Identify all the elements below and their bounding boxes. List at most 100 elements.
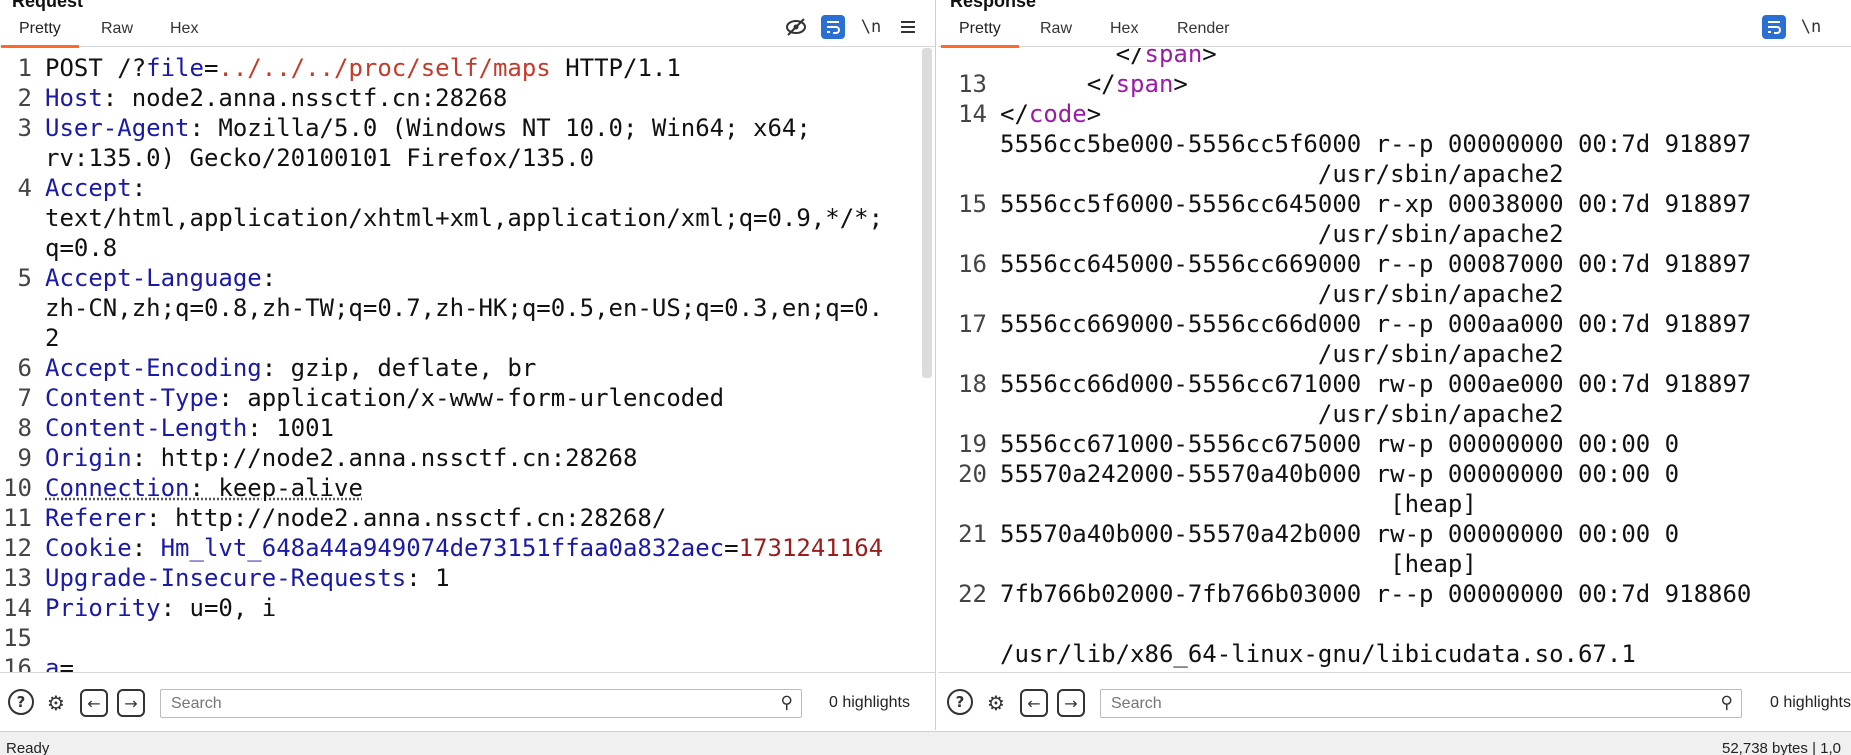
code-token: : [131, 174, 147, 202]
line-content: /usr/sbin/apache2 [1000, 219, 1564, 249]
menu-icon[interactable] [896, 15, 920, 39]
code-token: /usr/sbin/apache2 [1000, 280, 1564, 308]
forward-arrow-icon[interactable]: → [117, 689, 145, 717]
line-number: 11 [3, 504, 32, 532]
line-number: 16 [958, 250, 987, 278]
line-content: Origin: http://node2.anna.nssctf.cn:2826… [45, 443, 637, 473]
code-token: /usr/lib/x86_64-linux-gnu/libicudata.so.… [1000, 640, 1636, 668]
line-content: </span> [1000, 48, 1217, 69]
code-token: </ [1000, 70, 1116, 98]
line-number: 18 [958, 370, 987, 398]
code-token: rv:135.0) Gecko/20100101 Firefox/135.0 [45, 144, 595, 172]
code-token: Referer [45, 504, 147, 532]
code-token: 7fb766b02000-7fb766b03000 r--p 00000000 … [1000, 580, 1752, 608]
code-token: Origin [45, 444, 132, 472]
response-highlights-count: 0 highlights [1770, 694, 1851, 711]
line-content: /usr/sbin/apache2 [1000, 279, 1564, 309]
code-token: : application/x-www-form-urlencoded [218, 384, 725, 412]
response-editor[interactable]: </span> 13 </span> 14 </code> 5556cc5be000-5… [938, 48, 1851, 672]
code-token: Content-Type [45, 384, 219, 412]
code-token: [heap] [1000, 490, 1477, 518]
response-search-field[interactable] [1101, 690, 1741, 717]
line-content: Accept-Language: [45, 263, 276, 293]
help-icon[interactable]: ? [947, 689, 973, 715]
request-search-input[interactable]: ⚲ [160, 689, 802, 718]
gear-icon[interactable]: ⚙ [982, 689, 1010, 717]
code-token: 5556cc5be000-5556cc5f6000 r--p 00000000 … [1000, 130, 1752, 158]
code-token: HTTP/1.1 [550, 54, 681, 82]
code-token: 55570a40b000-55570a42b000 rw-p 00000000 … [1000, 520, 1680, 548]
tab-render[interactable]: Render [1177, 20, 1229, 38]
eye-slash-icon[interactable] [784, 15, 808, 39]
code-token: span [1115, 70, 1174, 98]
line-content: </code> [1000, 99, 1101, 129]
code-token: 5556cc66d000-5556cc671000 rw-p 000ae000 … [1000, 370, 1752, 398]
code-token: /usr/sbin/apache2 [1000, 160, 1564, 188]
line-content: Referer: http://node2.anna.nssctf.cn:282… [45, 503, 666, 533]
status-text: Ready [6, 740, 50, 755]
line-number: 13 [958, 70, 987, 98]
request-tabbar: Pretty Raw Hex \n [0, 0, 935, 48]
tab-raw[interactable]: Raw [1040, 20, 1072, 38]
tab-hex[interactable]: Hex [170, 20, 198, 38]
code-token: Host [45, 84, 103, 112]
line-number: 8 [17, 414, 32, 442]
code-token: = [59, 654, 74, 672]
tab-pretty[interactable]: Pretty [1, 20, 79, 48]
newline-icon[interactable]: \n [859, 15, 883, 39]
line-number: 4 [17, 174, 32, 202]
line-content: 55570a242000-55570a40b000 rw-p 00000000 … [1000, 459, 1679, 489]
code-token: POST /? [45, 54, 147, 82]
response-search-input[interactable]: ⚲ [1100, 689, 1742, 718]
code-token: : gzip, deflate, br [261, 354, 537, 382]
line-content: Priority: u=0, i [45, 593, 276, 623]
line-content: Accept: [45, 173, 146, 203]
wrap-lines-icon[interactable] [821, 15, 845, 39]
code-token: Priority [45, 594, 161, 622]
request-scrollbar[interactable] [922, 48, 932, 378]
request-panel: Request Pretty Raw Hex \n 1 POST /?file=.… [0, 0, 936, 730]
line-content: Accept-Encoding: gzip, deflate, br [45, 353, 536, 383]
line-content: /usr/sbin/apache2 [1000, 399, 1564, 429]
back-arrow-icon[interactable]: ← [1020, 689, 1048, 717]
gear-icon[interactable]: ⚙ [42, 689, 70, 717]
response-panel: Response Pretty Raw Hex Render \n </span… [938, 0, 1851, 730]
code-token: /usr/sbin/apache2 [1000, 340, 1564, 368]
line-content: Content-Type: application/x-www-form-url… [45, 383, 724, 413]
help-icon[interactable]: ? [8, 689, 34, 715]
tab-pretty[interactable]: Pretty [941, 20, 1019, 48]
response-tabbar: Pretty Raw Hex Render \n [938, 0, 1851, 48]
code-token: </ [1000, 100, 1029, 128]
line-number: 2 [17, 84, 32, 112]
back-arrow-icon[interactable]: ← [80, 689, 108, 717]
code-token: : [131, 534, 161, 562]
code-token: > [1086, 100, 1102, 128]
code-token: : 1 [406, 564, 450, 592]
forward-arrow-icon[interactable]: → [1057, 689, 1085, 717]
code-token: Content-Length [45, 414, 248, 442]
code-token: : u=0, i [160, 594, 277, 622]
code-token: 5556cc5f6000-5556cc645000 r-xp 00038000 … [1000, 190, 1752, 218]
code-token: /usr/sbin/apache2 [1000, 400, 1564, 428]
wrap-lines-icon[interactable] [1762, 15, 1786, 39]
code-token: /usr/sbin/apache2 [1000, 220, 1564, 248]
newline-icon[interactable]: \n [1799, 15, 1823, 39]
code-token: span [1144, 48, 1203, 68]
tab-hex[interactable]: Hex [1110, 20, 1138, 38]
line-content: 5556cc5be000-5556cc5f6000 r--p 00000000 … [1000, 129, 1751, 159]
line-content: 5556cc66d000-5556cc671000 rw-p 000ae000 … [1000, 369, 1751, 399]
line-number: 12 [3, 534, 32, 562]
line-number: 3 [17, 114, 32, 142]
line-content: Host: node2.anna.nssctf.cn:28268 [45, 83, 507, 113]
line-number: 10 [3, 474, 32, 502]
request-highlights-count: 0 highlights [829, 694, 910, 711]
line-content: /usr/lib/x86_64-linux-gnu/libicudata.so.… [1000, 639, 1636, 669]
response-size: 52,738 bytes | 1,0 [1722, 740, 1841, 755]
request-search-field[interactable] [161, 690, 801, 717]
request-editor[interactable]: 1 POST /?file=../../../proc/self/maps HTT… [0, 48, 935, 672]
code-token: 5556cc645000-5556cc669000 r--p 00087000 … [1000, 250, 1752, 278]
tab-raw[interactable]: Raw [101, 20, 133, 38]
code-token: text/html,application/xhtml+xml,applicat… [45, 204, 884, 232]
line-content: User-Agent: Mozilla/5.0 (Windows NT 10.0… [45, 113, 811, 143]
line-content: Connection: keep-alive [45, 473, 363, 503]
